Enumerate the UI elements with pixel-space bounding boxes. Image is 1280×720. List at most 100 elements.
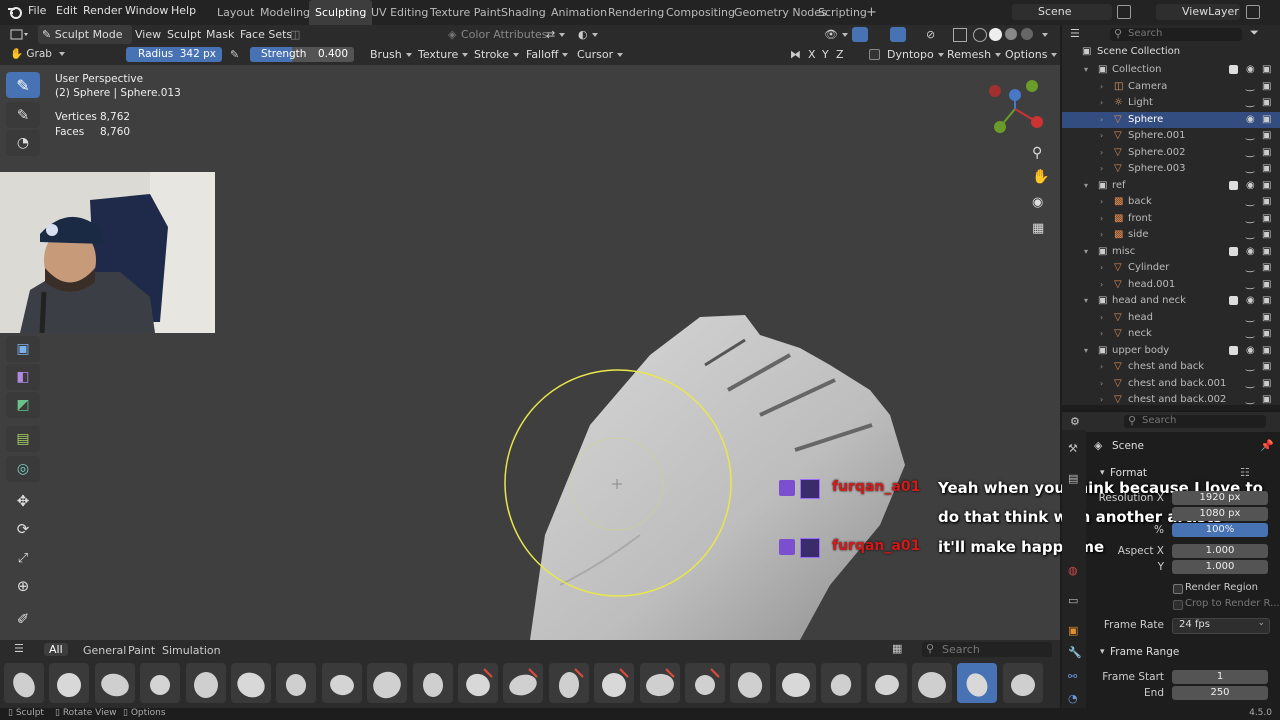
pin-icon[interactable]: 📌 bbox=[1260, 439, 1274, 452]
render-camera-icon[interactable]: ▣ bbox=[1262, 95, 1271, 111]
expand-arrow-icon[interactable]: ▾ bbox=[1084, 178, 1088, 194]
expand-arrow-icon[interactable]: › bbox=[1100, 326, 1103, 342]
render-region-checkbox[interactable] bbox=[1173, 584, 1183, 594]
outliner-row[interactable]: ▾ ▣ upper body ◉ ▣ bbox=[1062, 343, 1280, 359]
ortho-toggle-icon[interactable]: ▦ bbox=[1032, 221, 1044, 236]
format-panel-title[interactable]: Format bbox=[1110, 467, 1147, 479]
outliner-row[interactable]: › ▩ side ‿ ▣ bbox=[1062, 227, 1280, 243]
mirror-z-toggle[interactable]: Z bbox=[836, 45, 844, 64]
constraints-tab-icon[interactable]: ◔ bbox=[1068, 692, 1078, 705]
view-layer-selector[interactable]: ViewLayer bbox=[1156, 4, 1240, 20]
render-camera-icon[interactable]: ▣ bbox=[1262, 359, 1271, 375]
visibility-eye-icon[interactable]: ‿ bbox=[1246, 227, 1254, 243]
world-tab-icon[interactable]: ◍ bbox=[1068, 564, 1078, 577]
visibility-eye-icon[interactable]: ‿ bbox=[1246, 310, 1254, 326]
visibility-eye-icon[interactable]: ‿ bbox=[1246, 277, 1254, 293]
outliner-row[interactable]: › ◫ Camera ‿ ▣ bbox=[1062, 79, 1280, 95]
outliner-row[interactable]: › ▽ Sphere ◉ ▣ bbox=[1062, 111, 1280, 128]
mirror-y-toggle[interactable]: Y bbox=[822, 45, 829, 64]
render-camera-icon[interactable]: ▣ bbox=[1262, 62, 1271, 78]
visibility-eye-icon[interactable]: ◉ bbox=[1246, 178, 1255, 194]
outliner-row[interactable]: › ▽ Sphere.003 ‿ ▣ bbox=[1062, 161, 1280, 177]
expand-arrow-icon[interactable]: › bbox=[1100, 194, 1103, 210]
shelf-search-input[interactable]: ⚲ Search bbox=[922, 642, 1052, 657]
visibility-eye-icon[interactable]: ◉ bbox=[1246, 293, 1255, 309]
expand-arrow-icon[interactable]: › bbox=[1100, 145, 1103, 161]
shading-material-icon[interactable] bbox=[1005, 28, 1017, 40]
resolution-x-field[interactable]: 1920 px bbox=[1172, 491, 1268, 505]
visibility-eye-icon[interactable]: ‿ bbox=[1246, 211, 1254, 227]
tab-scripting[interactable]: Scripting bbox=[812, 0, 873, 25]
brush-thumbnail[interactable] bbox=[821, 663, 862, 703]
face-set-tool[interactable]: ◧ bbox=[6, 364, 40, 390]
visibility-eye-icon[interactable]: ◉ bbox=[1246, 112, 1255, 128]
outliner-row[interactable]: › ▽ Sphere.001 ‿ ▣ bbox=[1062, 128, 1280, 144]
brush-thumbnail[interactable] bbox=[4, 663, 44, 703]
brush-thumbnail[interactable] bbox=[685, 663, 725, 703]
symmetry-icon[interactable]: ⇄ bbox=[546, 25, 565, 44]
brush-thumbnail[interactable] bbox=[49, 663, 90, 703]
visibility-eye-icon[interactable]: ◉ bbox=[1246, 343, 1255, 359]
tab-shading[interactable]: Shading bbox=[495, 0, 552, 25]
outliner-row[interactable]: › ▽ head.001 ‿ ▣ bbox=[1062, 277, 1280, 293]
display-settings-icon[interactable]: ◐ bbox=[578, 25, 598, 44]
collection-enable-checkbox[interactable] bbox=[1229, 296, 1238, 305]
brush-thumbnail[interactable] bbox=[458, 663, 498, 703]
shading-options-icon[interactable] bbox=[1038, 25, 1048, 44]
dyntopo-checkbox[interactable] bbox=[869, 49, 880, 60]
new-view-layer-icon[interactable] bbox=[1246, 5, 1260, 19]
shelf-display-icon[interactable]: ▦ bbox=[892, 642, 902, 655]
menu-texture[interactable]: Texture bbox=[418, 45, 468, 64]
visibility-eye-icon[interactable]: ‿ bbox=[1246, 128, 1254, 144]
expand-arrow-icon[interactable]: › bbox=[1100, 95, 1103, 111]
render-camera-icon[interactable]: ▣ bbox=[1262, 211, 1271, 227]
face-sets-options-icon[interactable]: ◫ bbox=[290, 25, 300, 44]
menu-file[interactable]: File bbox=[28, 4, 46, 17]
outliner-row[interactable]: ▾ ▣ misc ◉ ▣ bbox=[1062, 244, 1280, 260]
render-camera-icon[interactable]: ▣ bbox=[1262, 277, 1271, 293]
expand-arrow-icon[interactable]: › bbox=[1100, 260, 1103, 276]
expand-arrow-icon[interactable]: › bbox=[1100, 376, 1103, 392]
blender-logo-icon[interactable] bbox=[7, 5, 22, 19]
editor-type-icon[interactable] bbox=[10, 28, 28, 41]
frame-start-field[interactable]: 1 bbox=[1172, 670, 1268, 684]
shelf-tab-general[interactable]: General bbox=[83, 644, 126, 657]
resolution-percent-field[interactable]: 100% bbox=[1172, 523, 1268, 537]
scene-collection-label[interactable]: Scene Collection bbox=[1097, 46, 1180, 57]
scale-tool[interactable]: ⤢ bbox=[6, 545, 40, 571]
brush-thumbnail[interactable] bbox=[594, 663, 635, 703]
visibility-eye-icon[interactable]: ‿ bbox=[1246, 392, 1254, 405]
render-camera-icon[interactable]: ▣ bbox=[1262, 293, 1271, 309]
modifier-tab-icon[interactable]: 🔧 bbox=[1068, 646, 1082, 659]
render-camera-icon[interactable]: ▣ bbox=[1262, 326, 1271, 342]
aspect-y-field[interactable]: 1.000 bbox=[1172, 560, 1268, 574]
render-camera-icon[interactable]: ▣ bbox=[1262, 128, 1271, 144]
shelf-tab-all[interactable]: All bbox=[44, 643, 68, 656]
brush-thumbnail[interactable] bbox=[639, 663, 680, 703]
rotate-tool[interactable]: ⟳ bbox=[6, 516, 40, 542]
trim-tool[interactable]: ◩ bbox=[6, 392, 40, 418]
visibility-eye-icon[interactable]: ‿ bbox=[1246, 79, 1254, 95]
brush-thumbnail[interactable] bbox=[412, 663, 453, 703]
render-camera-icon[interactable]: ▣ bbox=[1262, 161, 1271, 177]
menu-brush[interactable]: Brush bbox=[370, 45, 412, 64]
expand-arrow-icon[interactable]: ▾ bbox=[1084, 343, 1088, 359]
annotate-tool[interactable]: ✐ bbox=[6, 606, 40, 632]
format-presets-icon[interactable]: ☷ bbox=[1240, 466, 1250, 479]
outliner-row[interactable]: › ▩ front ‿ ▣ bbox=[1062, 211, 1280, 227]
brush-thumbnail[interactable] bbox=[276, 663, 317, 703]
outliner-row[interactable]: › ▽ chest and back.001 ‿ ▣ bbox=[1062, 376, 1280, 392]
shading-solid-icon[interactable] bbox=[989, 28, 1002, 41]
overlay-toggle-icon[interactable] bbox=[890, 27, 906, 42]
expand-arrow-icon[interactable]: ▾ bbox=[1084, 293, 1088, 309]
mirror-x-toggle[interactable]: X bbox=[808, 45, 816, 64]
transform-tool[interactable]: ⊕ bbox=[6, 573, 40, 599]
brush-thumbnail[interactable] bbox=[866, 663, 907, 703]
visibility-eye-icon[interactable]: ‿ bbox=[1246, 161, 1254, 177]
outliner-row[interactable]: › ▽ neck ‿ ▣ bbox=[1062, 326, 1280, 342]
render-tab-icon[interactable]: ▤ bbox=[1068, 472, 1078, 485]
outliner-row[interactable]: › ▽ Cylinder ‿ ▣ bbox=[1062, 260, 1280, 276]
brush-thumbnail[interactable] bbox=[912, 663, 952, 703]
tool-tab-icon[interactable]: ⚒ bbox=[1068, 442, 1078, 455]
draw-brush-tool[interactable]: ✎ bbox=[6, 72, 40, 98]
